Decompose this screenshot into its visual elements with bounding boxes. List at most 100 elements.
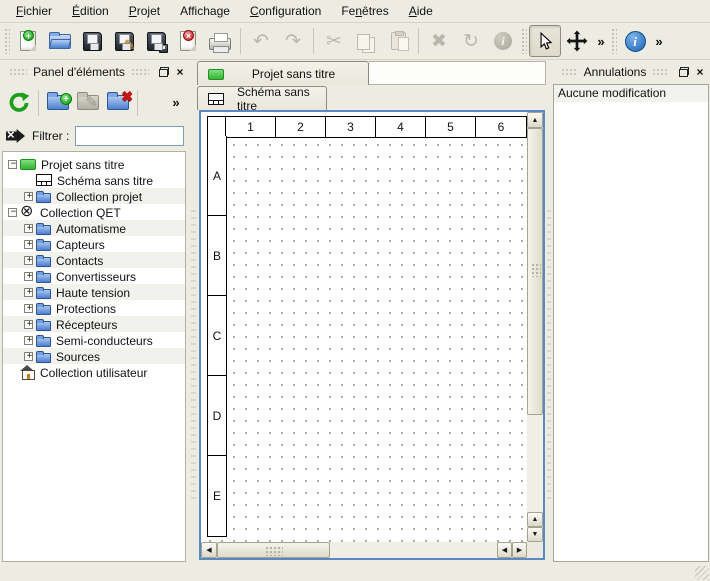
scroll-up-button[interactable]: ▲	[527, 512, 543, 527]
rotate-button[interactable]: ↻	[455, 25, 487, 57]
filter-input[interactable]	[75, 126, 184, 146]
menu-projet[interactable]: Projet	[119, 2, 170, 20]
resize-grip-icon[interactable]	[695, 566, 709, 580]
expander-icon[interactable]	[8, 160, 17, 169]
expander-icon[interactable]	[24, 336, 33, 345]
menu-affichage[interactable]: Affichage	[170, 2, 240, 20]
diagram-canvas[interactable]: 1 2 3 4 5 6 A B C D E	[201, 112, 527, 542]
menu-aide[interactable]: Aide	[399, 2, 443, 20]
scroll-down-button[interactable]: ▼	[527, 527, 543, 542]
tree-item-label: Récepteurs	[56, 317, 117, 332]
delete-folder-icon: ✖	[107, 95, 129, 110]
folder-icon	[36, 305, 51, 315]
new-project-button[interactable]: +	[12, 25, 44, 57]
diagram-row-header: A	[208, 136, 226, 216]
tree-item[interactable]: Schéma sans titre	[3, 172, 185, 188]
open-project-button[interactable]	[44, 25, 76, 57]
expander-icon[interactable]	[24, 288, 33, 297]
scroll-left-button[interactable]: ◀	[497, 542, 512, 558]
toolbar-grip[interactable]	[4, 28, 10, 54]
tree-item[interactable]: Collection QET	[3, 204, 185, 220]
toolbar-extension-button[interactable]: »	[166, 88, 186, 118]
info-blue-icon: i	[625, 31, 646, 52]
expander-icon[interactable]	[24, 192, 33, 201]
edit-category-button[interactable]: ✎	[73, 88, 103, 118]
expander-icon[interactable]	[24, 352, 33, 361]
schema-tab[interactable]: Schéma sans titre	[197, 86, 327, 110]
save-as-button[interactable]: ✎	[108, 25, 140, 57]
cut-button[interactable]: ✂	[318, 25, 350, 57]
diagram-view: 1 2 3 4 5 6 A B C D E ▲ ▲ ▼ ◀ ◀ ▶	[199, 110, 545, 560]
diagram-column-header: 6	[476, 117, 526, 137]
diagram-row-header: C	[208, 296, 226, 376]
tree-item[interactable]: Semi-conducteurs	[3, 332, 185, 348]
undo-history-list[interactable]: Aucune modification	[553, 84, 709, 562]
undo-button[interactable]: ↶	[245, 25, 277, 57]
toolbar-extension-button[interactable]: »	[651, 25, 667, 57]
tree-item[interactable]: Protections	[3, 300, 185, 316]
vertical-scrollbar[interactable]: ▲ ▲ ▼	[527, 112, 543, 542]
tree-item[interactable]: Collection projet	[3, 188, 185, 204]
tree-item[interactable]: Convertisseurs	[3, 268, 185, 284]
element-info-button[interactable]: i	[487, 25, 519, 57]
paste-button[interactable]	[382, 25, 414, 57]
menu-fenetres[interactable]: Fenêtres	[331, 2, 398, 20]
horizontal-scrollbar-thumb[interactable]	[217, 542, 330, 558]
expander-icon[interactable]	[24, 272, 33, 281]
dock-float-button[interactable]	[677, 66, 691, 79]
dock-close-button[interactable]: ×	[693, 66, 707, 79]
undo-panel-titlebar[interactable]: Annulations ×	[552, 60, 710, 84]
project-tab[interactable]: Projet sans titre	[197, 61, 369, 85]
expander-icon[interactable]	[24, 256, 33, 265]
delete-button[interactable]: ✖	[423, 25, 455, 57]
expander-icon[interactable]	[24, 224, 33, 233]
toolbar-grip[interactable]	[611, 28, 617, 54]
reload-collections-button[interactable]	[4, 88, 34, 118]
move-tool-button[interactable]	[561, 25, 593, 57]
tree-item-label: Projet sans titre	[41, 157, 124, 172]
horizontal-scrollbar[interactable]: ◀ ◀ ▶	[201, 542, 527, 558]
left-splitter-handle[interactable]	[190, 60, 197, 562]
tree-item[interactable]: Sources	[3, 348, 185, 364]
elements-tree[interactable]: Projet sans titre Schéma sans titre Coll…	[2, 151, 186, 562]
elements-panel-titlebar[interactable]: Panel d'éléments ×	[0, 60, 190, 84]
close-project-button[interactable]: ×	[172, 25, 204, 57]
vertical-scrollbar-thumb[interactable]	[527, 128, 543, 415]
expander-icon[interactable]	[8, 208, 17, 217]
print-button[interactable]	[204, 25, 236, 57]
tree-item[interactable]: Capteurs	[3, 236, 185, 252]
diagram-info-button[interactable]: i	[619, 25, 651, 57]
undo-list-item[interactable]: Aucune modification	[554, 85, 708, 102]
tree-item[interactable]: Contacts	[3, 252, 185, 268]
expander-icon[interactable]	[24, 320, 33, 329]
copy-button[interactable]	[350, 25, 382, 57]
scroll-up-button[interactable]: ▲	[527, 112, 543, 128]
chevron-right-icon: »	[655, 34, 662, 49]
tree-item[interactable]: Collection utilisateur	[3, 364, 185, 380]
chevron-right-icon: »	[172, 95, 179, 110]
toolbar-grip[interactable]	[521, 28, 527, 54]
main-toolbar: + ✎ × ↶ ↷ ✂ ✖ ↻ i » i »	[0, 23, 710, 60]
scroll-right-button[interactable]: ▶	[512, 542, 527, 558]
tree-item[interactable]: Projet sans titre	[3, 156, 185, 172]
save-all-button[interactable]	[140, 25, 172, 57]
delete-category-button[interactable]: ✖	[103, 88, 133, 118]
menu-configuration[interactable]: Configuration	[240, 2, 331, 20]
select-tool-button[interactable]	[529, 25, 561, 57]
save-button[interactable]	[76, 25, 108, 57]
tree-item[interactable]: Récepteurs	[3, 316, 185, 332]
new-category-button[interactable]: +	[43, 88, 73, 118]
arrow-left-icon: ◀	[206, 546, 211, 554]
expander-icon[interactable]	[24, 240, 33, 249]
tree-item[interactable]: Haute tension	[3, 284, 185, 300]
expander-icon[interactable]	[24, 304, 33, 313]
dock-float-button[interactable]	[157, 66, 171, 79]
toolbar-extension-button[interactable]: »	[593, 25, 609, 57]
dock-close-button[interactable]: ×	[173, 66, 187, 79]
clear-filter-icon[interactable]	[6, 129, 25, 143]
menu-fichier[interactable]: Fichier	[6, 2, 62, 20]
redo-button[interactable]: ↷	[277, 25, 309, 57]
menu-edition[interactable]: Édition	[62, 2, 119, 20]
scroll-left-button[interactable]: ◀	[201, 542, 217, 558]
tree-item[interactable]: Automatisme	[3, 220, 185, 236]
